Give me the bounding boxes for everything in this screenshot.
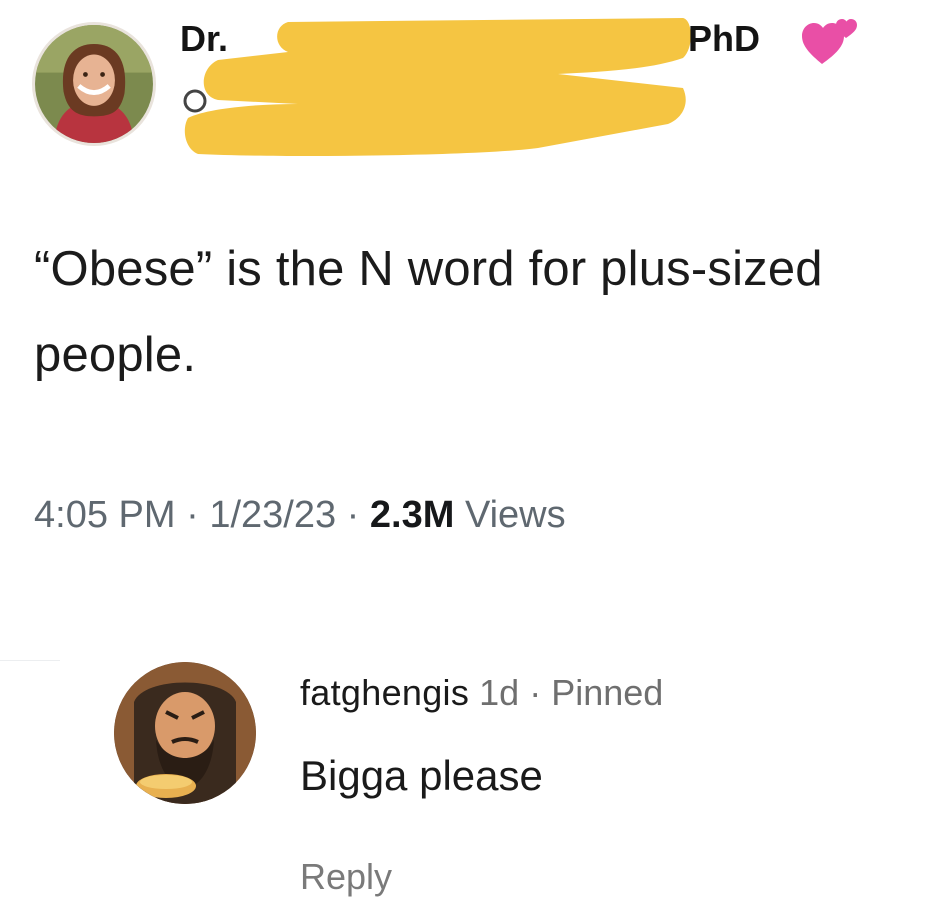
views-count[interactable]: 2.3M: [370, 494, 454, 536]
two-hearts-icon: [802, 19, 857, 64]
tweet-date[interactable]: 1/23/23: [209, 494, 336, 536]
author-avatar[interactable]: [32, 22, 156, 146]
meta-separator: ·: [186, 494, 199, 536]
commenter-avatar-image: [114, 662, 256, 804]
comment-time: 1d: [479, 672, 520, 713]
comment-username[interactable]: fatghengis: [300, 672, 469, 713]
author-avatar-image: [35, 25, 153, 143]
tweet-text: “Obese” is the N word for plus-sized peo…: [34, 242, 823, 382]
comment-header: fatghengis 1d · Pinned: [300, 672, 663, 714]
tweet-time[interactable]: 4:05 PM: [34, 494, 176, 536]
commenter-avatar[interactable]: [114, 662, 256, 804]
tweet-meta: 4:05 PM · 1/23/23 · 2.3M Views: [34, 494, 566, 537]
comment-separator: ·: [529, 672, 542, 713]
reply-button[interactable]: Reply: [300, 856, 392, 898]
author-name-suffix[interactable]: PhD: [688, 18, 760, 60]
comment-text: Bigga please: [300, 752, 543, 799]
redaction-scribble: [184, 18, 691, 156]
pinned-label: Pinned: [551, 672, 664, 713]
divider: [0, 660, 60, 661]
meta-separator: ·: [346, 494, 360, 536]
views-label: Views: [464, 494, 566, 536]
